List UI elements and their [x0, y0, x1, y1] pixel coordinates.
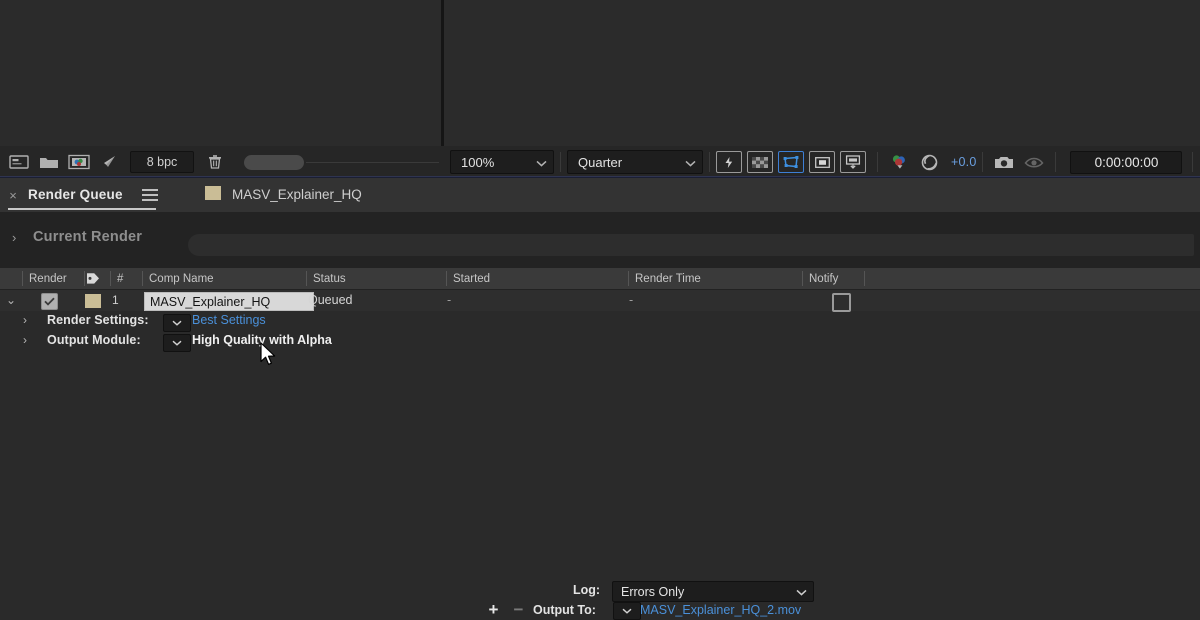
column-header-number[interactable]: # [110, 268, 142, 289]
show-snapshot-eye-icon[interactable] [1019, 150, 1049, 174]
close-icon[interactable]: × [6, 188, 20, 202]
project-panel-toolbar: 8 bpc [0, 146, 445, 178]
channel-rgb-icon[interactable] [884, 150, 914, 174]
output-module-select[interactable] [163, 334, 191, 352]
row-started: - [447, 293, 451, 307]
resolution-value: Quarter [578, 155, 622, 170]
project-settings-icon[interactable] [4, 150, 34, 174]
render-checkbox[interactable] [41, 293, 58, 310]
tab-render-queue[interactable]: Render Queue [28, 187, 123, 202]
chevron-down-icon [526, 155, 547, 170]
fast-previews-icon[interactable] [716, 151, 742, 173]
comp-name-field[interactable]: MASV_Explainer_HQ [144, 292, 314, 311]
active-tab-indicator [8, 208, 156, 210]
interpret-footage-icon[interactable] [94, 150, 124, 174]
composition-viewer-toolbar: 100% Quarter [444, 146, 1200, 178]
output-to-select[interactable] [613, 602, 641, 620]
chevron-down-icon [172, 320, 182, 326]
remove-output-module-button[interactable]: − [511, 602, 526, 617]
current-time-display[interactable]: 0:00:00:00 [1070, 151, 1182, 174]
log-value: Errors Only [621, 585, 684, 599]
column-header-render-time[interactable]: Render Time [628, 268, 802, 289]
output-to-value[interactable]: MASV_Explainer_HQ_2.mov [640, 603, 801, 617]
toolbar-separator [877, 152, 878, 172]
zoom-level-select[interactable]: 100% [450, 150, 554, 174]
camera-snapshot-icon[interactable] [989, 150, 1019, 174]
new-folder-icon[interactable] [34, 150, 64, 174]
after-effects-window: 8 bpc 100% Quarter [0, 0, 1200, 600]
chevron-right-icon[interactable]: › [23, 333, 27, 347]
project-toolbar-track [306, 162, 439, 163]
chevron-down-icon [622, 608, 632, 614]
column-divider[interactable] [84, 271, 85, 286]
composition-viewer-panel[interactable] [444, 0, 1200, 146]
toolbar-separator [709, 152, 710, 172]
render-queue-tab-bar: × Render Queue [0, 178, 1200, 212]
timeline-snapshot-icon[interactable] [840, 151, 866, 173]
column-header-status[interactable]: Status [306, 268, 446, 289]
current-render-label: Current Render [33, 229, 142, 245]
column-header-render[interactable]: Render [22, 268, 84, 289]
exposure-value[interactable]: +0.0 [951, 155, 976, 169]
resolution-select[interactable]: Quarter [567, 150, 703, 174]
column-header-started[interactable]: Started [446, 268, 628, 289]
render-settings-value[interactable]: Best Settings [192, 313, 266, 327]
chevron-down-icon [796, 585, 807, 599]
transparency-grid-icon[interactable] [747, 151, 773, 173]
chevron-down-icon [675, 155, 696, 170]
current-render-progress-bar [188, 234, 1194, 256]
bit-depth-field[interactable]: 8 bpc [130, 151, 194, 173]
region-of-interest-icon[interactable] [778, 151, 804, 173]
row-number: 1 [112, 293, 119, 307]
chevron-down-icon [172, 340, 182, 346]
tab-composition[interactable]: MASV_Explainer_HQ [232, 187, 362, 202]
log-select[interactable]: Errors Only [612, 581, 814, 602]
column-header-notify[interactable]: Notify [802, 268, 864, 289]
project-panel[interactable] [0, 0, 441, 146]
render-settings-row: › Render Settings: Best Settings [0, 312, 1200, 332]
toolbar-separator [1192, 152, 1193, 172]
row-label-swatch[interactable] [85, 294, 101, 308]
current-render-section: › Current Render [0, 212, 1200, 268]
row-disclosure-icon[interactable]: ⌄ [4, 293, 18, 307]
label-tag-icon [86, 272, 100, 285]
row-render-time: - [629, 293, 633, 307]
output-module-row: › Output Module: High Quality with Alpha [0, 332, 1200, 352]
delete-icon[interactable] [200, 150, 230, 174]
project-search-pill[interactable] [244, 155, 304, 170]
panel-menu-icon[interactable] [142, 189, 158, 201]
output-module-label: Output Module: [47, 333, 141, 347]
add-output-module-button[interactable]: + [486, 602, 501, 617]
toolbar-separator [1055, 152, 1056, 172]
composition-tab-swatch [205, 186, 221, 200]
output-to-label: Output To: [533, 603, 596, 617]
column-header-label[interactable] [86, 268, 110, 289]
exposure-shutter-icon[interactable] [914, 150, 944, 174]
render-settings-select[interactable] [163, 314, 191, 332]
zoom-level-value: 100% [461, 155, 494, 170]
mask-shape-icon[interactable] [809, 151, 835, 173]
notify-checkbox[interactable] [832, 293, 851, 312]
new-composition-icon[interactable] [64, 150, 94, 174]
table-row[interactable]: ⌄ 1 MASV_Explainer_HQ Queued - - [0, 290, 1200, 311]
table-header: Render # Comp Name Status Started [0, 268, 1200, 290]
chevron-right-icon[interactable]: › [12, 230, 16, 245]
chevron-right-icon[interactable]: › [23, 313, 27, 327]
toolbar-separator [982, 152, 983, 172]
column-header-comp-name[interactable]: Comp Name [142, 268, 306, 289]
column-divider[interactable] [864, 271, 865, 286]
output-module-value[interactable]: High Quality with Alpha [192, 333, 332, 347]
log-label: Log: [573, 583, 600, 597]
render-settings-label: Render Settings: [47, 313, 149, 327]
render-queue-list[interactable]: Render # Comp Name Status Started [0, 268, 1200, 600]
toolbar-separator [560, 152, 561, 172]
row-status: Queued [308, 293, 352, 307]
